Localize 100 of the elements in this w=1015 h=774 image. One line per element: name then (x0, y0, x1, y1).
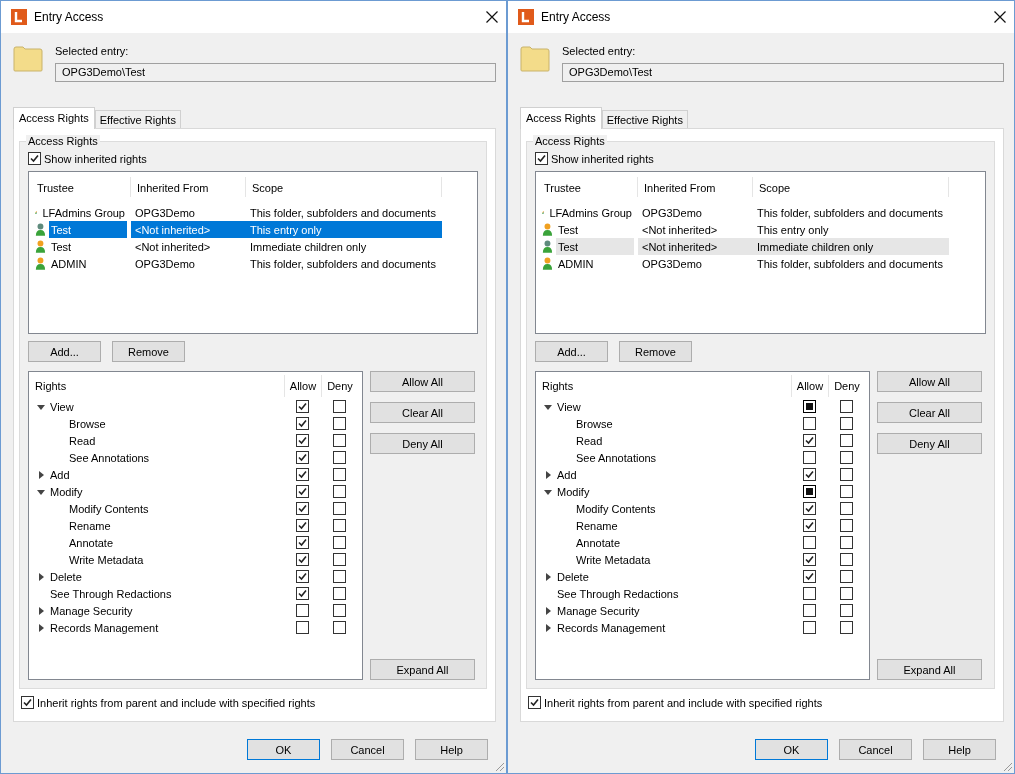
table-cell[interactable]: LFAdmins Group (547, 204, 634, 221)
right-name[interactable]: Rename (576, 519, 618, 532)
right-name[interactable]: Write Metadata (69, 553, 144, 566)
checkbox[interactable] (296, 587, 309, 600)
right-name[interactable]: Modify Contents (69, 502, 149, 515)
list-button[interactable]: Add... (535, 341, 608, 362)
tab[interactable]: Access Rights (13, 107, 95, 129)
right-name[interactable]: Modify (557, 485, 590, 498)
right-name[interactable]: Manage Security (557, 604, 640, 617)
table-cell[interactable]: ADMIN (48, 255, 127, 272)
checkbox[interactable] (840, 451, 853, 464)
column-header[interactable]: Rights (33, 375, 284, 397)
checkbox[interactable] (840, 621, 853, 634)
table-cell[interactable]: OPG3Demo (638, 255, 753, 272)
checkbox[interactable] (840, 485, 853, 498)
right-name[interactable]: View (50, 400, 74, 413)
right-name[interactable]: Read (69, 434, 96, 447)
right-name[interactable]: Write Metadata (576, 553, 651, 566)
checkbox[interactable] (333, 400, 346, 413)
right-name[interactable]: View (557, 400, 581, 413)
expanded-arrow-icon[interactable] (544, 402, 552, 411)
resize-grip-icon[interactable] (1003, 762, 1013, 772)
checkbox[interactable] (840, 553, 853, 566)
checkbox[interactable] (333, 621, 346, 634)
dialog-button[interactable]: Cancel (331, 739, 404, 760)
tab[interactable]: Effective Rights (601, 110, 688, 128)
table-cell[interactable]: LFAdmins Group (40, 204, 127, 221)
right-name[interactable]: Records Management (557, 621, 666, 634)
checkbox[interactable] (803, 553, 816, 566)
table-cell[interactable]: This folder, subfolders and documents (246, 255, 442, 272)
column-header[interactable]: Inherited From (131, 177, 246, 197)
column-header[interactable]: Allow (284, 375, 321, 397)
table-cell[interactable]: This folder, subfolders and documents (753, 204, 949, 221)
checkbox[interactable] (803, 485, 816, 498)
rights-button[interactable]: Deny All (370, 433, 475, 454)
checkbox[interactable] (333, 485, 346, 498)
list-button[interactable]: Add... (28, 341, 101, 362)
checkbox[interactable] (840, 468, 853, 481)
tab[interactable]: Effective Rights (94, 110, 181, 128)
column-header[interactable]: Trustee (538, 177, 638, 197)
checkbox-label[interactable]: Show inherited rights (551, 152, 654, 165)
checkbox[interactable] (840, 400, 853, 413)
checkbox[interactable] (535, 152, 548, 165)
checkbox[interactable] (803, 570, 816, 583)
dialog-button[interactable]: Help (923, 739, 996, 760)
checkbox[interactable] (803, 417, 816, 430)
expanded-arrow-icon[interactable] (37, 402, 45, 411)
table-cell[interactable]: <Not inherited> (131, 238, 246, 255)
checkbox[interactable] (296, 553, 309, 566)
dialog-button[interactable]: OK (755, 739, 828, 760)
checkbox[interactable] (296, 604, 309, 617)
checkbox[interactable] (840, 570, 853, 583)
table-cell[interactable]: Immediate children only (246, 238, 442, 255)
list-button[interactable]: Remove (112, 341, 185, 362)
table-cell[interactable]: This folder, subfolders and documents (753, 255, 949, 272)
right-name[interactable]: Delete (557, 570, 589, 583)
checkbox[interactable] (296, 502, 309, 515)
collapsed-arrow-icon[interactable] (37, 470, 45, 479)
right-name[interactable]: Modify (50, 485, 83, 498)
close-icon[interactable] (486, 11, 498, 23)
table-cell[interactable]: Immediate children only (753, 238, 949, 255)
table-cell[interactable]: This entry only (753, 221, 949, 238)
collapsed-arrow-icon[interactable] (544, 470, 552, 479)
checkbox[interactable] (296, 451, 309, 464)
checkbox[interactable] (803, 604, 816, 617)
column-header[interactable]: Rights (540, 375, 791, 397)
checkbox[interactable] (840, 536, 853, 549)
table-cell[interactable]: <Not inherited> (638, 238, 753, 255)
checkbox[interactable] (296, 536, 309, 549)
checkbox[interactable] (296, 468, 309, 481)
right-name[interactable]: Add (50, 468, 70, 481)
table-cell[interactable]: Test (48, 221, 127, 238)
close-icon[interactable] (994, 11, 1006, 23)
checkbox[interactable] (840, 502, 853, 515)
collapsed-arrow-icon[interactable] (37, 572, 45, 581)
right-name[interactable]: Manage Security (50, 604, 133, 617)
table-cell[interactable]: OPG3Demo (131, 204, 246, 221)
table-cell[interactable]: Test (48, 238, 127, 255)
checkbox[interactable] (296, 417, 309, 430)
rights-button[interactable]: Deny All (877, 433, 982, 454)
column-header[interactable]: Deny (828, 375, 865, 397)
checkbox[interactable] (840, 587, 853, 600)
column-header[interactable]: Trustee (31, 177, 131, 197)
checkbox[interactable] (803, 519, 816, 532)
dialog-button[interactable]: Help (415, 739, 488, 760)
checkbox[interactable] (21, 696, 34, 709)
checkbox[interactable] (333, 536, 346, 549)
right-name[interactable]: Browse (69, 417, 106, 430)
checkbox[interactable] (333, 451, 346, 464)
right-name[interactable]: See Annotations (576, 451, 657, 464)
table-cell[interactable]: This folder, subfolders and documents (246, 204, 442, 221)
table-cell[interactable]: <Not inherited> (131, 221, 246, 238)
right-name[interactable]: Delete (50, 570, 82, 583)
checkbox[interactable] (333, 468, 346, 481)
right-name[interactable]: See Through Redactions (557, 587, 679, 600)
column-header[interactable]: Scope (246, 177, 442, 197)
checkbox[interactable] (296, 621, 309, 634)
table-cell[interactable]: OPG3Demo (638, 204, 753, 221)
checkbox[interactable] (28, 152, 41, 165)
rights-button[interactable]: Allow All (877, 371, 982, 392)
